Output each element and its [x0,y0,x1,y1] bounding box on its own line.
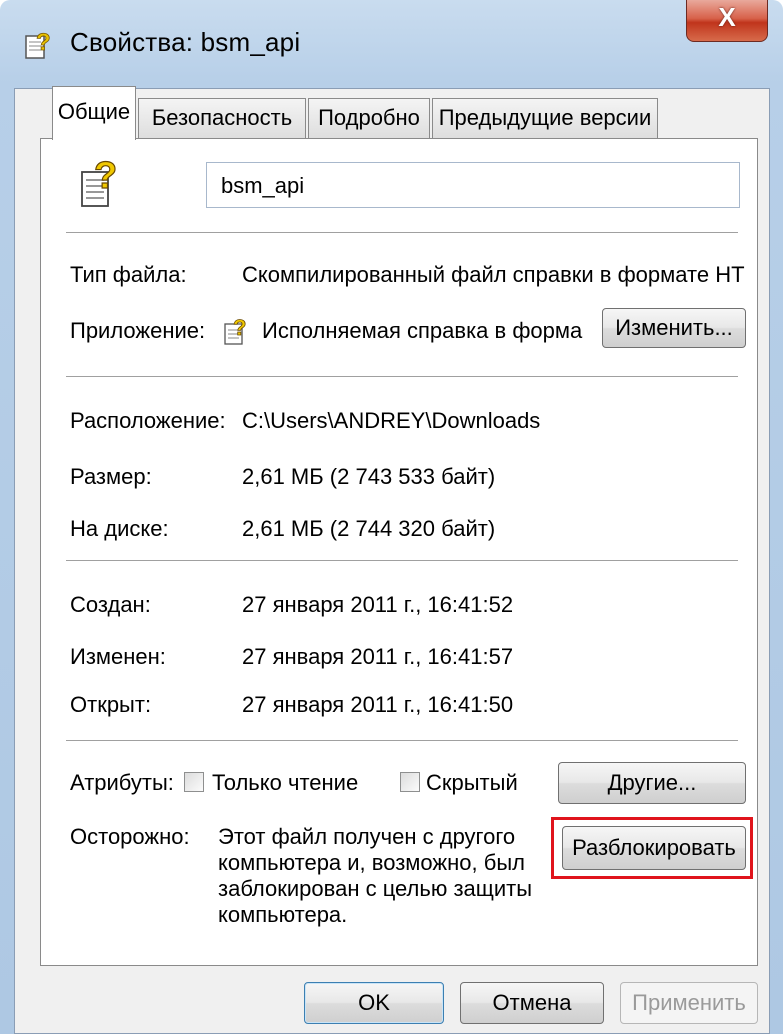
caution-text-line: Этот файл получен с другого [218,824,516,849]
hidden-label[interactable]: Скрытый [426,770,518,796]
window-title: Свойства: bsm_api [70,27,301,57]
app-label: Приложение: [70,318,206,343]
caution-text-line: компьютера и, возможно, был [218,850,525,875]
readonly-checkbox[interactable] [184,772,204,792]
separator [66,560,738,561]
tab-security[interactable]: Безопасность [138,98,306,138]
hidden-checkbox[interactable] [400,772,420,792]
file-name-field[interactable]: bsm_api [206,162,740,208]
unblock-highlight-box [551,817,753,879]
close-button[interactable]: X [686,0,768,42]
attributes-label: Атрибуты: [70,770,174,795]
other-attributes-button[interactable]: Другие... [558,762,746,804]
location-label: Расположение: [70,408,226,433]
separator [66,232,738,233]
size-label: Размер: [70,464,152,489]
help-file-icon: ? [25,29,51,59]
tab-security-label: Безопасность [151,105,293,130]
modified-value: 27 января 2011 г., 16:41:57 [242,644,514,669]
change-button[interactable]: Изменить... [602,308,746,348]
help-file-icon: ? [81,154,118,207]
svg-text:?: ? [94,155,117,197]
caution-text-line: заблокирован с целью защиты [218,876,533,901]
file-type-label: Тип файла: [70,262,187,287]
svg-text:?: ? [233,315,246,340]
modified-label: Изменен: [70,644,166,669]
svg-text:?: ? [36,29,51,56]
ok-button[interactable]: OK [304,982,444,1024]
close-icon: X [718,2,736,32]
title-bar[interactable]: ? Свойства: bsm_api X [0,0,783,88]
tab-previous-versions-label: Предыдущие версии [438,105,652,130]
location-value: C:\Users\ANDREY\Downloads [242,408,541,433]
created-value: 27 января 2011 г., 16:41:52 [242,592,514,617]
tab-general[interactable]: Общие [52,86,136,140]
tab-general-label: Общие [57,99,131,124]
separator [66,740,738,741]
tab-details[interactable]: Подробно [308,98,430,138]
caution-text-line: компьютера. [218,902,348,927]
tab-details-label: Подробно [318,105,420,130]
caution-label: Осторожно: [70,824,190,849]
separator [66,376,738,377]
tab-previous-versions[interactable]: Предыдущие версии [432,98,658,138]
readonly-label[interactable]: Только чтение [212,770,358,796]
opened-value: 27 января 2011 г., 16:41:50 [242,692,514,717]
app-value: Исполняемая справка в форма [262,318,583,343]
created-label: Создан: [70,592,151,617]
file-type-value: Скомпилированный файл справки в формате … [242,262,745,287]
apply-button[interactable]: Применить [620,982,758,1024]
size-value: 2,61 МБ (2 743 533 байт) [242,464,496,489]
disk-size-label: На диске: [70,516,169,541]
disk-size-value: 2,61 МБ (2 744 320 байт) [242,516,496,541]
properties-dialog: ? Свойства: bsm_api X Общие Безопасность… [0,0,783,1034]
help-file-icon: ? [224,315,247,345]
cancel-button[interactable]: Отмена [460,982,604,1024]
opened-label: Открыт: [70,692,152,717]
